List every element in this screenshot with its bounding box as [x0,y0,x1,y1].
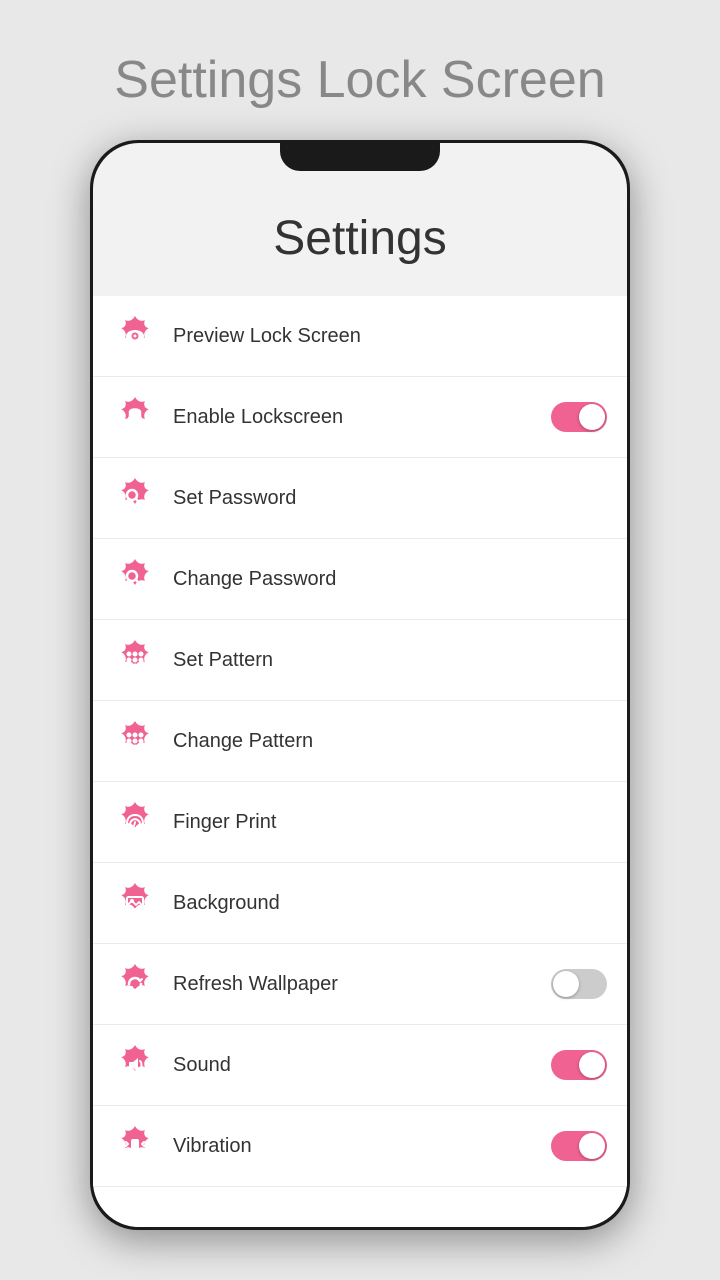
pattern-icon [113,638,157,682]
settings-item-refresh-wallpaper[interactable]: Refresh Wallpaper [93,944,627,1025]
settings-heading: Settings [93,171,627,296]
refresh-icon [113,962,157,1006]
phone-frame: Settings Preview Lock Screen [90,140,630,1230]
settings-list: Preview Lock Screen Enable Lockscreen [93,296,627,1227]
preview-lock-screen-label: Preview Lock Screen [173,325,607,348]
enable-lockscreen-toggle[interactable] [551,402,607,432]
settings-item-set-password[interactable]: Set Password [93,458,627,539]
settings-item-sound[interactable]: Sound [93,1025,627,1106]
key-icon [113,476,157,520]
vibration-icon [113,1124,157,1168]
finger-print-label: Finger Print [173,811,607,834]
image-icon [113,881,157,925]
refresh-wallpaper-label: Refresh Wallpaper [173,973,551,996]
phone-notch [280,143,440,171]
change-pattern-label: Change Pattern [173,730,607,753]
key2-icon [113,557,157,601]
settings-item-change-pattern[interactable]: Change Pattern [93,701,627,782]
vibration-toggle[interactable] [551,1131,607,1161]
sound-icon [113,1043,157,1087]
settings-item-enable-lockscreen[interactable]: Enable Lockscreen [93,377,627,458]
page-title: Settings Lock Screen [0,50,720,110]
pattern2-icon [113,719,157,763]
settings-item-change-password[interactable]: Change Password [93,539,627,620]
settings-item-vibration[interactable]: Vibration [93,1106,627,1187]
set-password-label: Set Password [173,487,607,510]
refresh-wallpaper-toggle[interactable] [551,969,607,999]
change-password-label: Change Password [173,568,607,591]
phone-inner: Settings Preview Lock Screen [93,143,627,1227]
lock-icon [113,395,157,439]
sound-label: Sound [173,1054,551,1077]
background-label: Background [173,892,607,915]
settings-item-set-pattern[interactable]: Set Pattern [93,620,627,701]
fingerprint-icon [113,800,157,844]
settings-item-preview-lock-screen[interactable]: Preview Lock Screen [93,296,627,377]
set-pattern-label: Set Pattern [173,649,607,672]
settings-item-finger-print[interactable]: Finger Print [93,782,627,863]
enable-lockscreen-label: Enable Lockscreen [173,406,551,429]
sound-toggle[interactable] [551,1050,607,1080]
settings-item-background[interactable]: Background [93,863,627,944]
vibration-label: Vibration [173,1135,551,1158]
eye-icon [113,314,157,358]
